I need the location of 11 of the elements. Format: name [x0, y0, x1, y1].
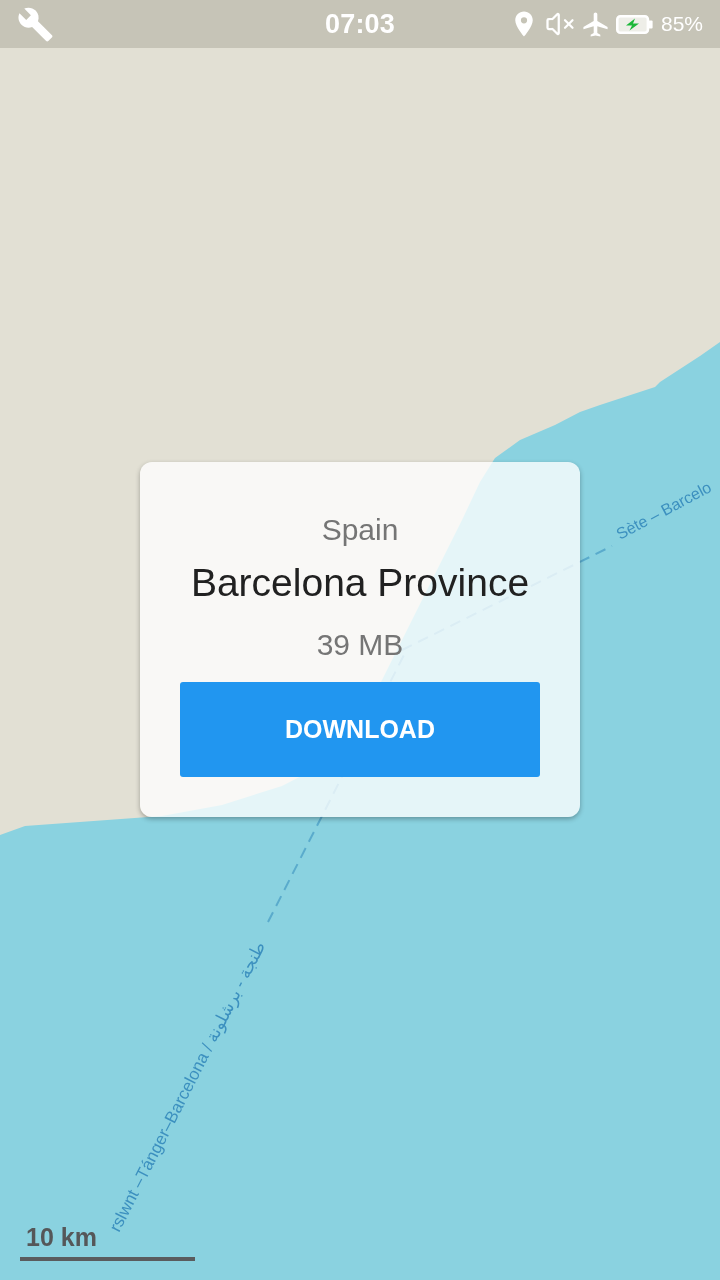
route-label: rslwnt –Tánger–Barcelona / طنجة - برشلونة — [105, 938, 270, 1235]
airplane-icon — [580, 9, 610, 39]
clock-time: 07:03 — [324, 8, 396, 40]
wrench-icon — [17, 5, 54, 43]
battery-percent: 85% — [660, 12, 703, 36]
country-name: Spain — [321, 512, 399, 548]
region-name: Barcelona Province — [190, 560, 530, 606]
scale-label: 10 km — [26, 1223, 97, 1251]
battery-charging-icon — [615, 14, 653, 34]
download-button[interactable]: DOWNLOAD — [180, 682, 540, 777]
download-size: 39 MB — [316, 627, 404, 663]
